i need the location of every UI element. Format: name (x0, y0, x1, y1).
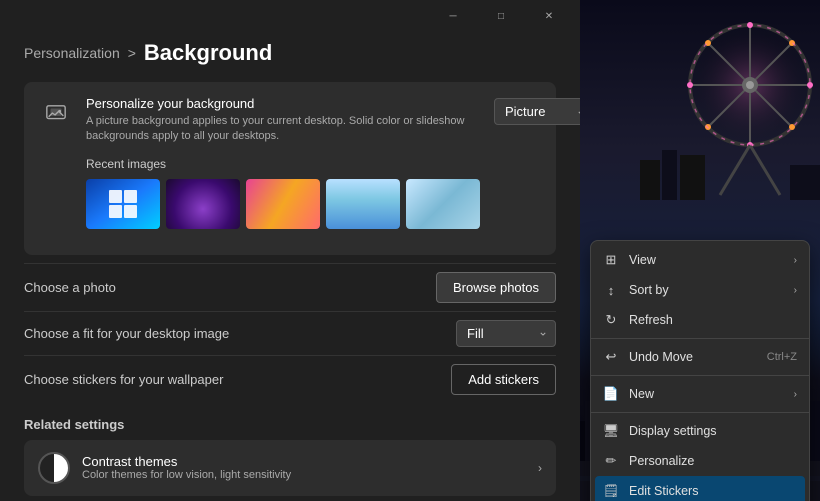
main-content: Personalize your background A picture ba… (0, 82, 580, 496)
new-label: New (629, 387, 784, 401)
menu-item-refresh[interactable]: ↻ Refresh (591, 305, 809, 335)
menu-item-display-settings[interactable]: 🖥 Display settings (591, 416, 809, 446)
browse-photos-button[interactable]: Browse photos (436, 272, 556, 303)
breadcrumb-separator: > (128, 45, 136, 61)
background-type-dropdown-wrap: Picture (494, 98, 580, 125)
windows-logo (109, 190, 137, 218)
breadcrumb-current: Background (144, 40, 272, 66)
view-arrow: › (794, 255, 797, 266)
thumb-5[interactable] (406, 179, 480, 229)
background-section-text: Personalize your background A picture ba… (86, 96, 480, 241)
maximize-button[interactable]: □ (478, 0, 524, 32)
choose-photo-label: Choose a photo (24, 280, 116, 295)
recent-images-label: Recent images (86, 157, 480, 171)
background-settings-icon (40, 98, 72, 130)
background-type-dropdown[interactable]: Picture (494, 98, 580, 125)
minimize-button[interactable]: ─ (430, 0, 476, 32)
choose-stickers-label: Choose stickers for your wallpaper (24, 372, 223, 387)
personalize-icon: ✏ (603, 453, 619, 469)
contrast-icon (38, 452, 70, 484)
choose-fit-label: Choose a fit for your desktop image (24, 326, 229, 341)
settings-panel: ─ □ ✕ Personalization > Background Perso… (0, 0, 580, 501)
menu-item-sort-by[interactable]: ↕ Sort by › (591, 275, 809, 305)
recent-images-row (86, 179, 480, 229)
contrast-themes-text: Contrast themes Color themes for low vis… (82, 454, 291, 481)
choose-stickers-row: Choose stickers for your wallpaper Add s… (24, 355, 556, 403)
refresh-label: Refresh (629, 313, 797, 327)
menu-divider-3 (591, 412, 809, 413)
display-settings-icon: 🖥 (603, 423, 619, 439)
thumb-3[interactable] (246, 179, 320, 229)
refresh-icon: ↻ (603, 312, 619, 328)
menu-item-undo-move[interactable]: ↩ Undo Move Ctrl+Z (591, 342, 809, 372)
new-arrow: › (794, 389, 797, 400)
undo-move-label: Undo Move (629, 350, 757, 364)
section-description: A picture background applies to your cur… (86, 114, 480, 145)
ferris-wheel-graphic (640, 0, 820, 200)
personalize-label: Personalize (629, 454, 797, 468)
section-title: Personalize your background (86, 96, 480, 111)
menu-divider-2 (591, 375, 809, 376)
thumb-4[interactable] (326, 179, 400, 229)
undo-icon: ↩ (603, 349, 619, 365)
contrast-themes-arrow: › (538, 461, 542, 475)
choose-fit-row: Choose a fit for your desktop image Fill (24, 311, 556, 355)
menu-item-personalize[interactable]: ✏ Personalize (591, 446, 809, 476)
view-icon: ⊞ (603, 252, 619, 268)
desktop-background: ⊞ View › ↕ Sort by › ↻ Refresh ↩ Undo Mo… (580, 0, 820, 501)
add-stickers-button[interactable]: Add stickers (451, 364, 556, 395)
breadcrumb-parent[interactable]: Personalization (24, 45, 120, 61)
sort-icon: ↕ (603, 282, 619, 298)
new-icon: 📄 (603, 386, 619, 402)
thumb-1[interactable] (86, 179, 160, 229)
edit-stickers-label: Edit Stickers (629, 484, 797, 498)
edit-stickers-icon: 🗒 (603, 483, 619, 499)
related-settings-title: Related settings (24, 417, 556, 432)
view-label: View (629, 253, 784, 267)
contrast-themes-desc: Color themes for low vision, light sensi… (82, 469, 291, 481)
context-menu: ⊞ View › ↕ Sort by › ↻ Refresh ↩ Undo Mo… (590, 240, 810, 501)
sort-arrow: › (794, 285, 797, 296)
title-bar: ─ □ ✕ (0, 0, 580, 32)
picture-dropdown-wrap: Picture ∧ (494, 98, 580, 125)
menu-divider-1 (591, 338, 809, 339)
menu-item-new[interactable]: 📄 New › (591, 379, 809, 409)
breadcrumb: Personalization > Background (0, 32, 580, 82)
contrast-themes-left: Contrast themes Color themes for low vis… (38, 452, 291, 484)
contrast-themes-title: Contrast themes (82, 454, 291, 469)
sort-by-label: Sort by (629, 283, 784, 297)
fit-dropdown[interactable]: Fill (456, 320, 556, 347)
close-button[interactable]: ✕ (526, 0, 572, 32)
menu-item-edit-stickers[interactable]: 🗒 Edit Stickers (595, 476, 805, 501)
desktop-panel: ⊞ View › ↕ Sort by › ↻ Refresh ↩ Undo Mo… (580, 0, 820, 501)
menu-item-view[interactable]: ⊞ View › (591, 245, 809, 275)
contrast-themes-item[interactable]: Contrast themes Color themes for low vis… (24, 440, 556, 496)
choose-photo-row: Choose a photo Browse photos (24, 263, 556, 311)
thumb-2[interactable] (166, 179, 240, 229)
fit-dropdown-wrap: Fill (456, 320, 556, 347)
background-card: Personalize your background A picture ba… (24, 82, 556, 255)
undo-shortcut: Ctrl+Z (767, 351, 797, 363)
display-settings-label: Display settings (629, 424, 797, 438)
